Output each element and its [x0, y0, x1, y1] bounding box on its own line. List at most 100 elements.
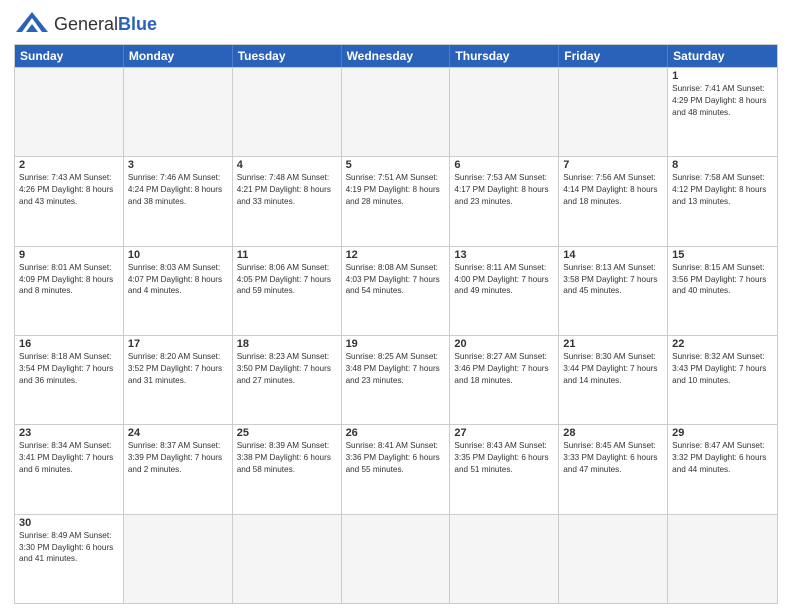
- day-number: 18: [237, 338, 337, 350]
- day-info: Sunrise: 7:53 AM Sunset: 4:17 PM Dayligh…: [454, 172, 554, 208]
- day-info: Sunrise: 8:03 AM Sunset: 4:07 PM Dayligh…: [128, 262, 228, 298]
- calendar-body: 1Sunrise: 7:41 AM Sunset: 4:29 PM Daylig…: [15, 67, 777, 603]
- day-info: Sunrise: 8:15 AM Sunset: 3:56 PM Dayligh…: [672, 262, 773, 298]
- day-number: 15: [672, 249, 773, 261]
- day-cell-22: 22Sunrise: 8:32 AM Sunset: 3:43 PM Dayli…: [668, 336, 777, 424]
- day-info: Sunrise: 8:34 AM Sunset: 3:41 PM Dayligh…: [19, 440, 119, 476]
- day-info: Sunrise: 8:41 AM Sunset: 3:36 PM Dayligh…: [346, 440, 446, 476]
- day-cell-8: 8Sunrise: 7:58 AM Sunset: 4:12 PM Daylig…: [668, 157, 777, 245]
- day-cell-17: 17Sunrise: 8:20 AM Sunset: 3:52 PM Dayli…: [124, 336, 233, 424]
- day-number: 10: [128, 249, 228, 261]
- day-number: 25: [237, 427, 337, 439]
- day-info: Sunrise: 8:43 AM Sunset: 3:35 PM Dayligh…: [454, 440, 554, 476]
- day-info: Sunrise: 8:45 AM Sunset: 3:33 PM Dayligh…: [563, 440, 663, 476]
- day-cell-6: 6Sunrise: 7:53 AM Sunset: 4:17 PM Daylig…: [450, 157, 559, 245]
- day-cell-18: 18Sunrise: 8:23 AM Sunset: 3:50 PM Dayli…: [233, 336, 342, 424]
- day-cell-29: 29Sunrise: 8:47 AM Sunset: 3:32 PM Dayli…: [668, 425, 777, 513]
- day-number: 3: [128, 159, 228, 171]
- day-number: 8: [672, 159, 773, 171]
- day-number: 22: [672, 338, 773, 350]
- day-cell-11: 11Sunrise: 8:06 AM Sunset: 4:05 PM Dayli…: [233, 247, 342, 335]
- day-info: Sunrise: 7:46 AM Sunset: 4:24 PM Dayligh…: [128, 172, 228, 208]
- empty-cell-0-3: [342, 68, 451, 156]
- day-info: Sunrise: 8:08 AM Sunset: 4:03 PM Dayligh…: [346, 262, 446, 298]
- day-cell-27: 27Sunrise: 8:43 AM Sunset: 3:35 PM Dayli…: [450, 425, 559, 513]
- empty-cell-0-0: [15, 68, 124, 156]
- day-cell-30: 30Sunrise: 8:49 AM Sunset: 3:30 PM Dayli…: [15, 515, 124, 603]
- day-cell-19: 19Sunrise: 8:25 AM Sunset: 3:48 PM Dayli…: [342, 336, 451, 424]
- day-info: Sunrise: 8:18 AM Sunset: 3:54 PM Dayligh…: [19, 351, 119, 387]
- day-info: Sunrise: 8:39 AM Sunset: 3:38 PM Dayligh…: [237, 440, 337, 476]
- day-number: 6: [454, 159, 554, 171]
- day-cell-1: 1Sunrise: 7:41 AM Sunset: 4:29 PM Daylig…: [668, 68, 777, 156]
- day-number: 1: [672, 70, 773, 82]
- day-number: 21: [563, 338, 663, 350]
- day-number: 13: [454, 249, 554, 261]
- empty-cell-5-4: [450, 515, 559, 603]
- day-info: Sunrise: 8:13 AM Sunset: 3:58 PM Dayligh…: [563, 262, 663, 298]
- day-cell-10: 10Sunrise: 8:03 AM Sunset: 4:07 PM Dayli…: [124, 247, 233, 335]
- day-number: 11: [237, 249, 337, 261]
- header-cell-thursday: Thursday: [450, 45, 559, 67]
- day-info: Sunrise: 7:56 AM Sunset: 4:14 PM Dayligh…: [563, 172, 663, 208]
- day-number: 5: [346, 159, 446, 171]
- empty-cell-5-6: [668, 515, 777, 603]
- day-info: Sunrise: 8:30 AM Sunset: 3:44 PM Dayligh…: [563, 351, 663, 387]
- calendar-row-2: 9Sunrise: 8:01 AM Sunset: 4:09 PM Daylig…: [15, 246, 777, 335]
- day-cell-12: 12Sunrise: 8:08 AM Sunset: 4:03 PM Dayli…: [342, 247, 451, 335]
- day-number: 16: [19, 338, 119, 350]
- day-cell-14: 14Sunrise: 8:13 AM Sunset: 3:58 PM Dayli…: [559, 247, 668, 335]
- day-info: Sunrise: 7:43 AM Sunset: 4:26 PM Dayligh…: [19, 172, 119, 208]
- day-number: 14: [563, 249, 663, 261]
- day-cell-13: 13Sunrise: 8:11 AM Sunset: 4:00 PM Dayli…: [450, 247, 559, 335]
- header-cell-friday: Friday: [559, 45, 668, 67]
- day-info: Sunrise: 7:58 AM Sunset: 4:12 PM Dayligh…: [672, 172, 773, 208]
- day-info: Sunrise: 8:25 AM Sunset: 3:48 PM Dayligh…: [346, 351, 446, 387]
- day-number: 20: [454, 338, 554, 350]
- empty-cell-5-3: [342, 515, 451, 603]
- day-info: Sunrise: 8:20 AM Sunset: 3:52 PM Dayligh…: [128, 351, 228, 387]
- logo-text: GeneralBlue: [54, 14, 157, 35]
- day-cell-24: 24Sunrise: 8:37 AM Sunset: 3:39 PM Dayli…: [124, 425, 233, 513]
- calendar-page: GeneralBlue SundayMondayTuesdayWednesday…: [0, 0, 792, 612]
- day-info: Sunrise: 8:11 AM Sunset: 4:00 PM Dayligh…: [454, 262, 554, 298]
- day-cell-16: 16Sunrise: 8:18 AM Sunset: 3:54 PM Dayli…: [15, 336, 124, 424]
- day-cell-5: 5Sunrise: 7:51 AM Sunset: 4:19 PM Daylig…: [342, 157, 451, 245]
- empty-cell-5-5: [559, 515, 668, 603]
- day-cell-23: 23Sunrise: 8:34 AM Sunset: 3:41 PM Dayli…: [15, 425, 124, 513]
- day-cell-9: 9Sunrise: 8:01 AM Sunset: 4:09 PM Daylig…: [15, 247, 124, 335]
- day-cell-21: 21Sunrise: 8:30 AM Sunset: 3:44 PM Dayli…: [559, 336, 668, 424]
- header-cell-saturday: Saturday: [668, 45, 777, 67]
- day-info: Sunrise: 8:49 AM Sunset: 3:30 PM Dayligh…: [19, 530, 119, 566]
- day-number: 28: [563, 427, 663, 439]
- day-number: 26: [346, 427, 446, 439]
- day-cell-26: 26Sunrise: 8:41 AM Sunset: 3:36 PM Dayli…: [342, 425, 451, 513]
- day-number: 29: [672, 427, 773, 439]
- day-info: Sunrise: 8:01 AM Sunset: 4:09 PM Dayligh…: [19, 262, 119, 298]
- day-cell-7: 7Sunrise: 7:56 AM Sunset: 4:14 PM Daylig…: [559, 157, 668, 245]
- day-number: 23: [19, 427, 119, 439]
- day-info: Sunrise: 8:27 AM Sunset: 3:46 PM Dayligh…: [454, 351, 554, 387]
- day-number: 4: [237, 159, 337, 171]
- empty-cell-0-2: [233, 68, 342, 156]
- empty-cell-0-5: [559, 68, 668, 156]
- calendar-row-3: 16Sunrise: 8:18 AM Sunset: 3:54 PM Dayli…: [15, 335, 777, 424]
- day-info: Sunrise: 8:47 AM Sunset: 3:32 PM Dayligh…: [672, 440, 773, 476]
- day-number: 7: [563, 159, 663, 171]
- header-cell-wednesday: Wednesday: [342, 45, 451, 67]
- day-number: 17: [128, 338, 228, 350]
- day-number: 2: [19, 159, 119, 171]
- logo-icon: [14, 10, 50, 38]
- day-info: Sunrise: 7:41 AM Sunset: 4:29 PM Dayligh…: [672, 83, 773, 119]
- day-number: 27: [454, 427, 554, 439]
- day-cell-2: 2Sunrise: 7:43 AM Sunset: 4:26 PM Daylig…: [15, 157, 124, 245]
- day-info: Sunrise: 8:37 AM Sunset: 3:39 PM Dayligh…: [128, 440, 228, 476]
- day-info: Sunrise: 8:32 AM Sunset: 3:43 PM Dayligh…: [672, 351, 773, 387]
- logo: GeneralBlue: [14, 10, 157, 38]
- calendar-row-1: 2Sunrise: 7:43 AM Sunset: 4:26 PM Daylig…: [15, 156, 777, 245]
- calendar-header: SundayMondayTuesdayWednesdayThursdayFrid…: [15, 45, 777, 67]
- header-cell-monday: Monday: [124, 45, 233, 67]
- day-number: 19: [346, 338, 446, 350]
- empty-cell-0-1: [124, 68, 233, 156]
- day-info: Sunrise: 8:23 AM Sunset: 3:50 PM Dayligh…: [237, 351, 337, 387]
